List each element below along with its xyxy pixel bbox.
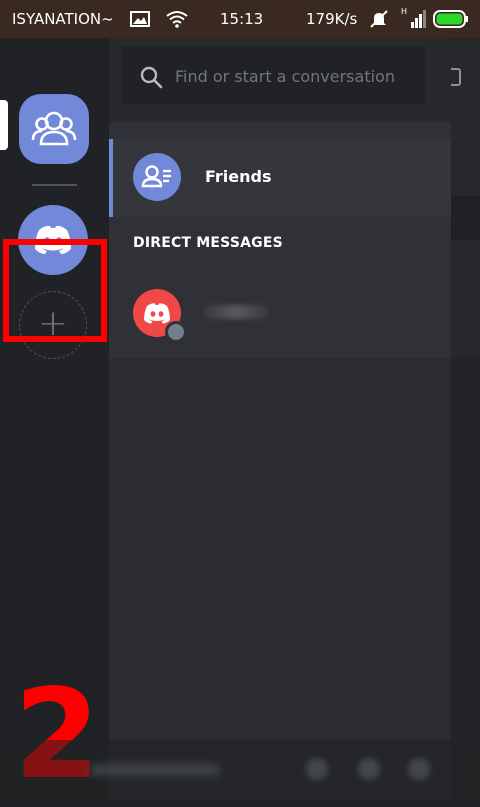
search-box[interactable] — [121, 46, 425, 106]
friends-label: Friends — [205, 167, 272, 186]
chat-header-strip — [451, 196, 480, 240]
highlight-box — [3, 239, 107, 342]
signal-icon: H — [400, 6, 428, 34]
friends-icon — [141, 165, 171, 188]
search-input[interactable] — [173, 46, 417, 106]
svg-text:H: H — [401, 7, 407, 16]
network-speed: 179K/s — [306, 10, 358, 28]
status-bar: ISYANATION~ 15:13 179K/s H — [0, 0, 480, 38]
offline-status-dot — [165, 321, 187, 343]
chat-area-background — [451, 38, 480, 800]
direct-messages-panel: Friends DIRECT MESSAGES — [109, 38, 451, 800]
headset-icon[interactable] — [358, 758, 380, 780]
direct-messages-header: DIRECT MESSAGES — [133, 235, 283, 251]
friends-item[interactable]: Friends — [109, 139, 451, 217]
mute-icon — [368, 9, 390, 33]
friends-group-icon — [31, 111, 77, 146]
username-blurred — [90, 764, 220, 776]
direct-messages-home-button[interactable] — [19, 94, 89, 164]
dm-list-item[interactable] — [109, 281, 451, 351]
gallery-notification-icon — [130, 11, 150, 31]
toolbar-icon-partial — [451, 68, 461, 86]
carrier-name: ISYANATION~ — [12, 10, 114, 28]
battery-icon — [433, 10, 469, 32]
clock: 15:13 — [220, 10, 264, 28]
mute-mic-icon[interactable] — [306, 758, 328, 780]
settings-icon[interactable] — [408, 758, 430, 780]
wifi-icon — [165, 10, 189, 32]
search-bar-container — [109, 38, 451, 122]
chat-body-shade — [451, 358, 480, 800]
rail-separator — [32, 184, 77, 186]
friends-icon-circle — [133, 153, 181, 201]
panel-lower-area — [109, 358, 451, 800]
search-icon — [140, 66, 163, 89]
dm-username-redacted — [203, 305, 269, 319]
selected-server-indicator — [0, 100, 8, 150]
selected-item-indicator — [109, 139, 113, 217]
user-bar — [0, 740, 480, 800]
